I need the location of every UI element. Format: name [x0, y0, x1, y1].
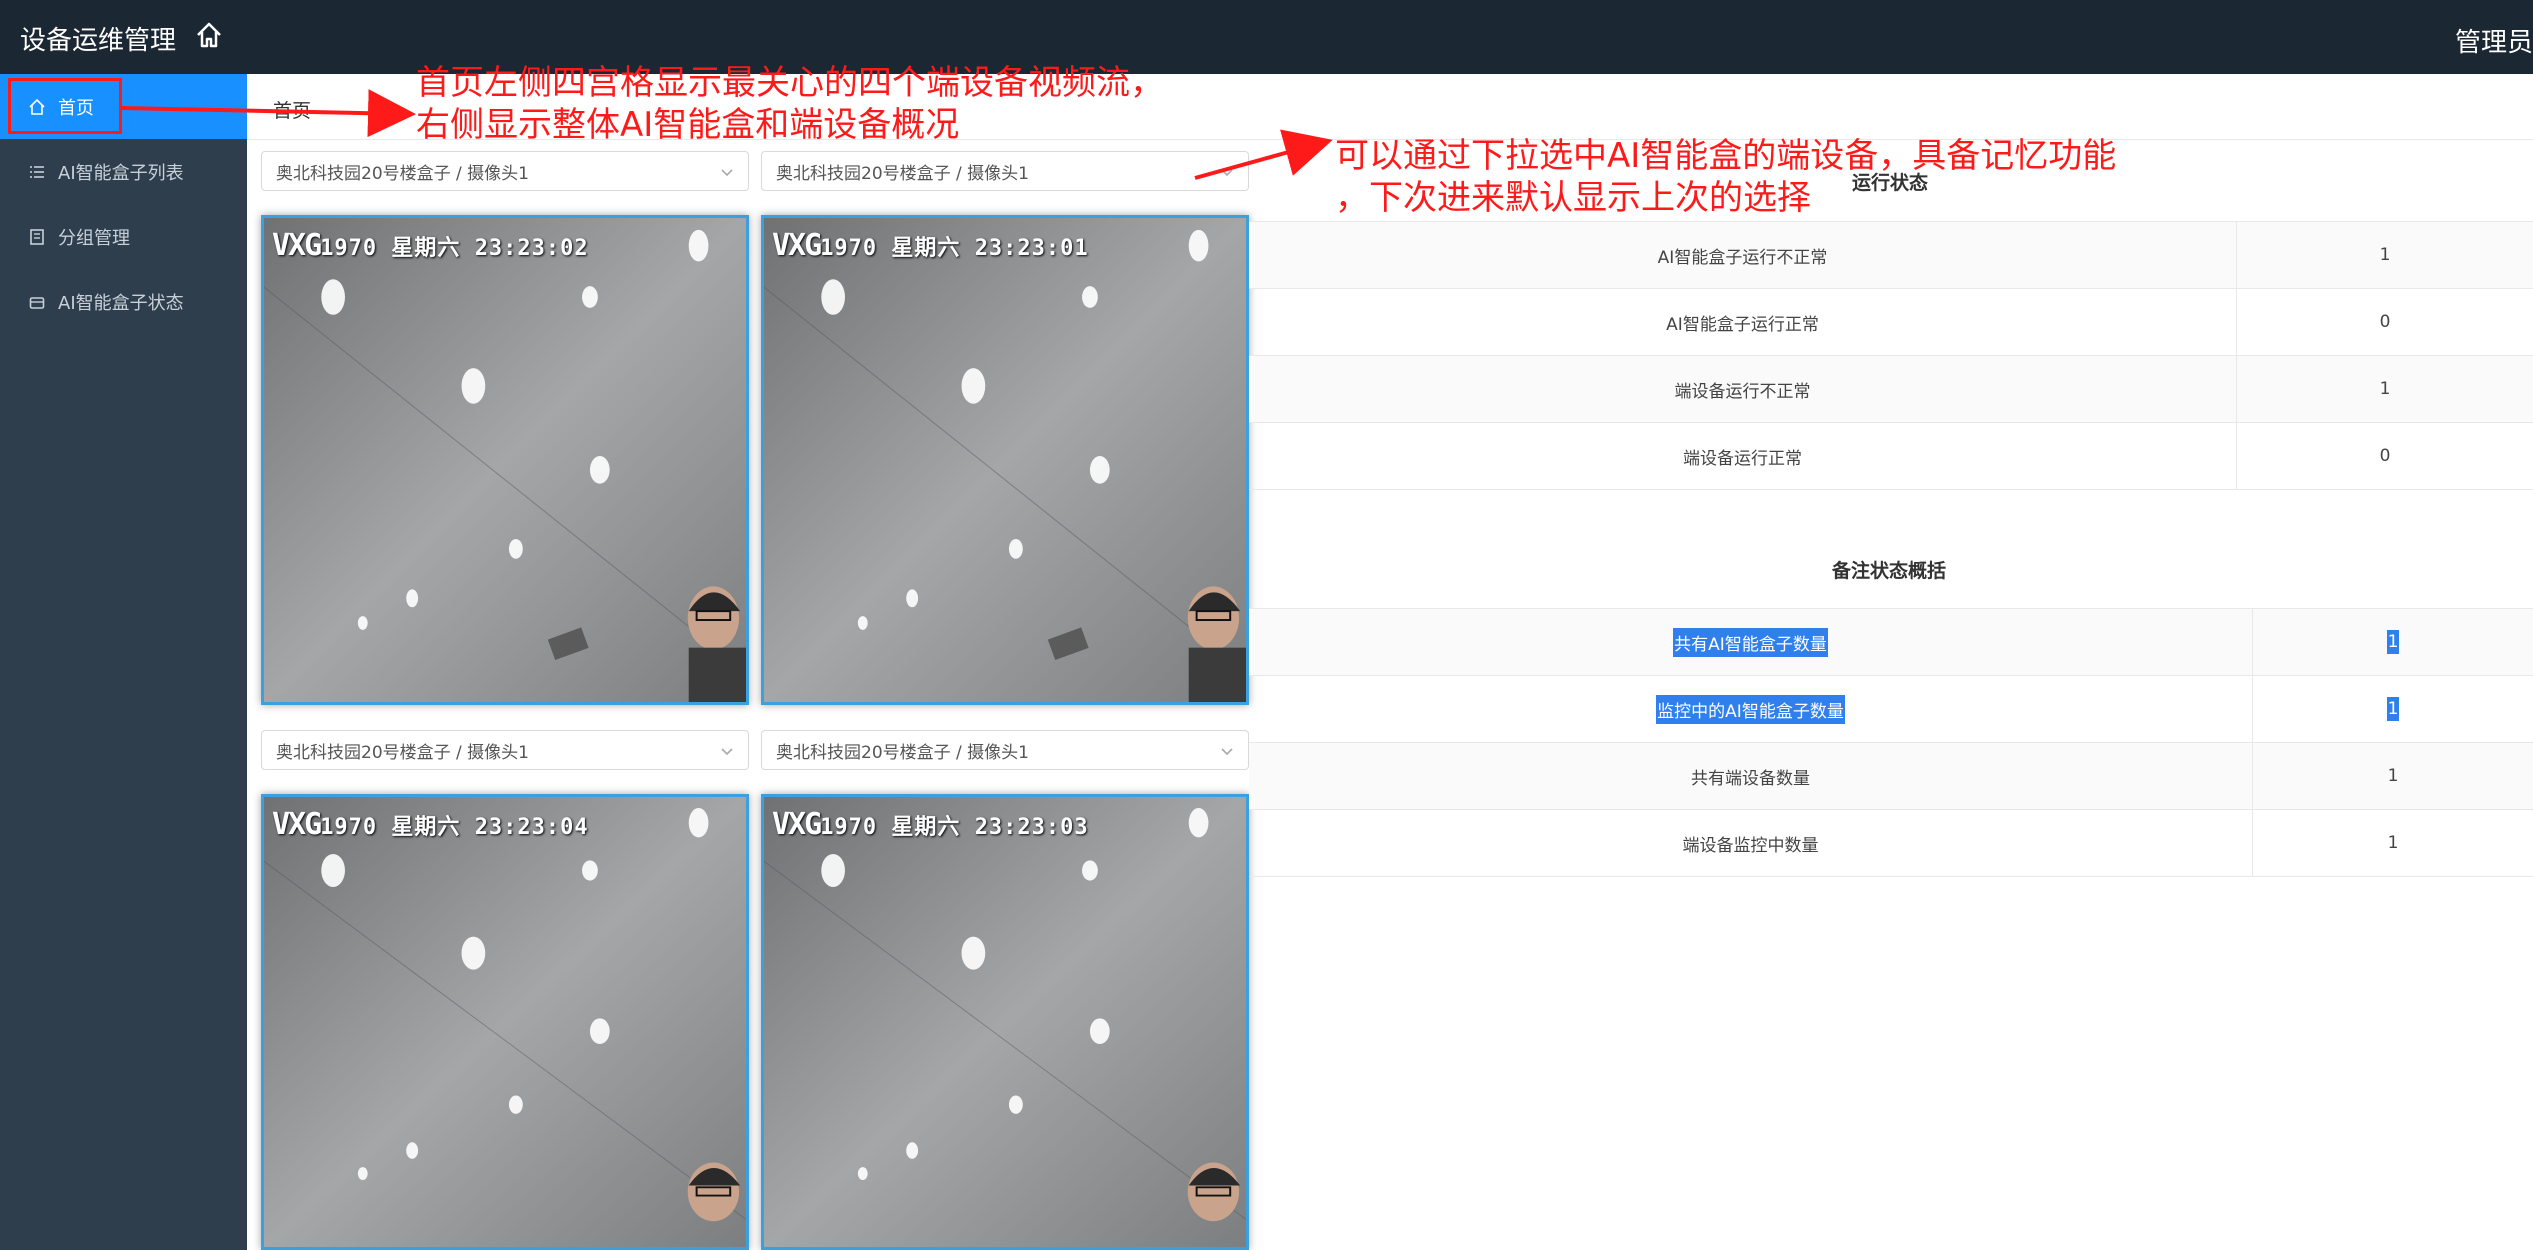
- sidebar-item-label: AI智能盒子状态: [58, 292, 184, 314]
- sidebar-item-group-management[interactable]: 分组管理: [0, 204, 247, 269]
- camera-select-value: 奥北科技园20号楼盒子 / 摄像头1: [776, 163, 1029, 184]
- row-label: 端设备运行正常: [1683, 448, 1802, 469]
- row-value: 1: [2252, 609, 2533, 675]
- video-osd: VXG1970 星期六 23:23:01: [772, 228, 1089, 263]
- row-label: AI智能盒子运行正常: [1666, 314, 1819, 335]
- row-value: 1: [2236, 356, 2533, 422]
- row-label: AI智能盒子运行不正常: [1657, 247, 1828, 268]
- table-row: AI智能盒子运行正常 0: [1249, 289, 2533, 356]
- camera-select-4[interactable]: 奥北科技园20号楼盒子 / 摄像头1: [761, 730, 1249, 770]
- camera-select-value: 奥北科技园20号楼盒子 / 摄像头1: [776, 742, 1029, 763]
- sidebar-item-ai-box-status[interactable]: AI智能盒子状态: [0, 269, 247, 334]
- breadcrumb-current[interactable]: 首页: [273, 96, 311, 123]
- run-status-table: AI智能盒子运行不正常 1 AI智能盒子运行正常 0 端设备运行不正常 1 端设…: [1249, 221, 2533, 490]
- table-row: 端设备监控中数量 1: [1249, 810, 2533, 877]
- camera-select-value: 奥北科技园20号楼盒子 / 摄像头1: [276, 163, 529, 184]
- row-label: 端设备运行不正常: [1674, 381, 1811, 402]
- row-value: 0: [2236, 289, 2533, 355]
- sidebar-item-label: AI智能盒子列表: [58, 162, 184, 184]
- row-value: 1: [2252, 810, 2533, 876]
- table-row: 共有AI智能盒子数量 1: [1249, 609, 2533, 676]
- sidebar: 首页 AI智能盒子列表 分组管理 AI智能盒子状态: [0, 74, 247, 1250]
- chevron-down-icon: [720, 164, 734, 178]
- chevron-down-icon: [1220, 164, 1234, 178]
- table-row: 端设备运行正常 0: [1249, 423, 2533, 490]
- table-row: 端设备运行不正常 1: [1249, 356, 2533, 423]
- table-row: 共有端设备数量 1: [1249, 743, 2533, 810]
- video-stream-1[interactable]: VXG1970 星期六 23:23:02: [261, 215, 749, 705]
- video-stream-4[interactable]: VXG1970 星期六 23:23:03: [761, 794, 1249, 1250]
- user-menu[interactable]: 管理员: [2455, 22, 2533, 59]
- list-icon: [28, 163, 46, 181]
- camera-select-value: 奥北科技园20号楼盒子 / 摄像头1: [276, 742, 529, 763]
- chevron-down-icon: [720, 743, 734, 757]
- home-icon[interactable]: [194, 20, 224, 50]
- row-value: 1: [2252, 743, 2533, 809]
- table-row: AI智能盒子运行不正常 1: [1249, 222, 2533, 289]
- row-value: 0: [2236, 423, 2533, 489]
- book-icon: [28, 228, 46, 246]
- row-label: 共有AI智能盒子数量: [1249, 609, 2252, 675]
- annotation-right: 可以通过下拉选中AI智能盒的端设备，具备记忆功能 ，下次进来默认显示上次的选择: [1335, 136, 2117, 218]
- video-stream-3[interactable]: VXG1970 星期六 23:23:04: [261, 794, 749, 1250]
- summary-title: 备注状态概括: [1832, 560, 1947, 582]
- row-label: 共有端设备数量: [1691, 768, 1810, 789]
- row-value: 1: [2252, 676, 2533, 742]
- video-osd: VXG1970 星期六 23:23:02: [272, 228, 589, 263]
- annotation-left: 首页左侧四宫格显示最关心的四个端设备视频流， 右侧显示整体AI智能盒和端设备概况: [416, 63, 1164, 145]
- sidebar-item-ai-box-list[interactable]: AI智能盒子列表: [0, 139, 247, 204]
- camera-select-2[interactable]: 奥北科技园20号楼盒子 / 摄像头1: [761, 151, 1249, 191]
- video-osd: VXG1970 星期六 23:23:04: [272, 807, 589, 842]
- camera-select-3[interactable]: 奥北科技园20号楼盒子 / 摄像头1: [261, 730, 749, 770]
- summary-table: 共有AI智能盒子数量 1 监控中的AI智能盒子数量 1 共有端设备数量 1 端设…: [1249, 608, 2533, 877]
- box-icon: [28, 293, 46, 311]
- sidebar-item-label: 分组管理: [58, 227, 130, 249]
- row-value: 1: [2236, 222, 2533, 288]
- annotation-highlight-box: [8, 78, 122, 134]
- chevron-down-icon: [1220, 743, 1234, 757]
- camera-select-1[interactable]: 奥北科技园20号楼盒子 / 摄像头1: [261, 151, 749, 191]
- table-row: 监控中的AI智能盒子数量 1: [1249, 676, 2533, 743]
- row-label: 端设备监控中数量: [1682, 835, 1819, 856]
- top-bar: 设备运维管理 管理员: [0, 0, 2533, 74]
- app-title: 设备运维管理: [20, 26, 177, 56]
- video-stream-2[interactable]: VXG1970 星期六 23:23:01: [761, 215, 1249, 705]
- row-label: 监控中的AI智能盒子数量: [1249, 676, 2252, 742]
- video-osd: VXG1970 星期六 23:23:03: [772, 807, 1089, 842]
- main-content: 首页 奥北科技园20号楼盒子 / 摄像头1 奥北科技园20号楼盒子 / 摄像头1…: [247, 74, 2533, 1250]
